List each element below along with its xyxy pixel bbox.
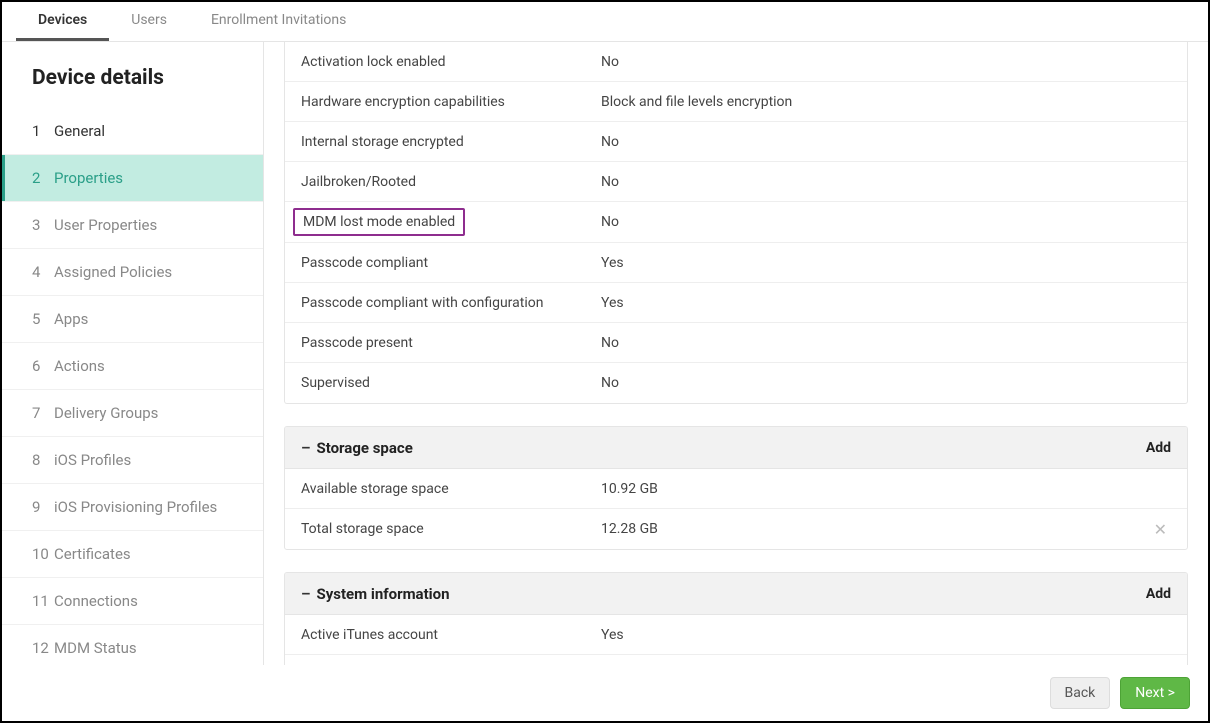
add-button[interactable]: Add <box>1146 586 1171 602</box>
table-row: Cloud backup enabled No <box>285 655 1187 665</box>
property-label: Internal storage encrypted <box>301 134 601 150</box>
table-row: Internal storage encrypted No <box>285 122 1187 162</box>
sidebar-item-number: 5 <box>32 310 54 328</box>
sidebar-item-label: iOS Profiles <box>54 451 131 469</box>
table-row: Supervised No <box>285 363 1187 403</box>
property-label: Active iTunes account <box>301 627 601 643</box>
sidebar-item-number: 12 <box>32 639 54 657</box>
property-label: Total storage space <box>301 521 601 537</box>
property-value: No <box>601 174 1171 190</box>
top-tabs: Devices Users Enrollment Invitations <box>2 2 1208 42</box>
section-header-sysinfo: – System information Add <box>285 573 1187 615</box>
property-label: Jailbroken/Rooted <box>301 174 601 190</box>
sidebar-title: Device details <box>2 42 263 108</box>
property-label: Supervised <box>301 375 601 391</box>
sidebar-item-label: Certificates <box>54 545 131 563</box>
sidebar-item-number: 1 <box>32 122 54 140</box>
add-button[interactable]: Add <box>1146 440 1171 456</box>
sidebar-item-number: 7 <box>32 404 54 422</box>
property-value: No <box>601 375 1171 391</box>
sidebar-item-label: MDM Status <box>54 639 137 657</box>
property-label: Hardware encryption capabilities <box>301 94 601 110</box>
sidebar-item-connections[interactable]: 11 Connections <box>2 578 263 625</box>
content-area: Activation lock enabled No Hardware encr… <box>264 42 1208 665</box>
property-label: MDM lost mode enabled <box>301 212 601 232</box>
sidebar-item-number: 10 <box>32 545 54 563</box>
table-row: MDM lost mode enabled No <box>285 202 1187 243</box>
sidebar-item-ios-provisioning-profiles[interactable]: 9 iOS Provisioning Profiles <box>2 484 263 531</box>
sidebar-item-number: 8 <box>32 451 54 469</box>
table-row: Activation lock enabled No <box>285 42 1187 82</box>
sidebar-item-ios-profiles[interactable]: 8 iOS Profiles <box>2 437 263 484</box>
sidebar-item-properties[interactable]: 2 Properties <box>2 155 263 202</box>
section-title: Storage space <box>316 439 412 457</box>
property-label: Passcode compliant with configuration <box>301 295 601 311</box>
table-row: Hardware encryption capabilities Block a… <box>285 82 1187 122</box>
section-title: System information <box>316 585 449 603</box>
property-value: No <box>601 335 1171 351</box>
collapse-icon[interactable]: – <box>301 439 310 457</box>
sidebar-item-label: General <box>54 122 105 140</box>
highlighted-label: MDM lost mode enabled <box>293 208 465 236</box>
sidebar-item-number: 11 <box>32 592 54 610</box>
property-value: Yes <box>601 295 1171 311</box>
sidebar-item-label: Properties <box>54 169 123 187</box>
property-value: No <box>601 134 1171 150</box>
property-value: 12.28 GB <box>601 521 1150 537</box>
sidebar: Device details 1 General 2 Properties 3 … <box>2 42 264 665</box>
sidebar-item-label: Connections <box>54 592 138 610</box>
table-row: Active iTunes account Yes <box>285 615 1187 655</box>
sidebar-item-number: 2 <box>32 169 54 187</box>
close-icon[interactable]: ✕ <box>1150 520 1171 539</box>
property-label: Activation lock enabled <box>301 54 601 70</box>
sidebar-item-general[interactable]: 1 General <box>2 108 263 155</box>
tab-devices[interactable]: Devices <box>16 2 109 41</box>
sidebar-item-label: Apps <box>54 310 88 328</box>
sidebar-item-certificates[interactable]: 10 Certificates <box>2 531 263 578</box>
table-row: Passcode present No <box>285 323 1187 363</box>
sidebar-item-apps[interactable]: 5 Apps <box>2 296 263 343</box>
sidebar-item-delivery-groups[interactable]: 7 Delivery Groups <box>2 390 263 437</box>
sidebar-item-label: Actions <box>54 357 105 375</box>
sidebar-item-label: User Properties <box>54 216 157 234</box>
table-row: Passcode compliant with configuration Ye… <box>285 283 1187 323</box>
sidebar-item-number: 3 <box>32 216 54 234</box>
table-row: Passcode compliant Yes <box>285 243 1187 283</box>
table-row: Jailbroken/Rooted No <box>285 162 1187 202</box>
table-row: Available storage space 10.92 GB <box>285 469 1187 509</box>
sidebar-item-label: Delivery Groups <box>54 404 158 422</box>
sidebar-item-label: iOS Provisioning Profiles <box>54 498 217 516</box>
tab-enrollment-invitations[interactable]: Enrollment Invitations <box>189 2 368 41</box>
sysinfo-table: – System information Add Active iTunes a… <box>284 572 1188 665</box>
security-table: Activation lock enabled No Hardware encr… <box>284 42 1188 404</box>
sidebar-item-user-properties[interactable]: 3 User Properties <box>2 202 263 249</box>
sidebar-item-number: 6 <box>32 357 54 375</box>
property-value: 10.92 GB <box>601 481 1171 497</box>
sidebar-item-number: 9 <box>32 498 54 516</box>
collapse-icon[interactable]: – <box>301 585 310 603</box>
section-header-storage: – Storage space Add <box>285 427 1187 469</box>
property-value: Yes <box>601 255 1171 271</box>
property-label: Passcode compliant <box>301 255 601 271</box>
table-row: Total storage space 12.28 GB ✕ <box>285 509 1187 549</box>
back-button[interactable]: Back <box>1050 677 1111 709</box>
property-label: Passcode present <box>301 335 601 351</box>
property-value: No <box>601 214 1171 230</box>
sidebar-item-mdm-status[interactable]: 12 MDM Status <box>2 625 263 665</box>
property-value: No <box>601 54 1171 70</box>
footer: Back Next > <box>2 665 1208 721</box>
property-value: Block and file levels encryption <box>601 94 1171 110</box>
sidebar-item-label: Assigned Policies <box>54 263 172 281</box>
property-label: Available storage space <box>301 481 601 497</box>
sidebar-item-assigned-policies[interactable]: 4 Assigned Policies <box>2 249 263 296</box>
sidebar-item-actions[interactable]: 6 Actions <box>2 343 263 390</box>
next-button[interactable]: Next > <box>1120 677 1190 709</box>
property-value: Yes <box>601 627 1171 643</box>
tab-users[interactable]: Users <box>109 2 189 41</box>
sidebar-item-number: 4 <box>32 263 54 281</box>
storage-table: – Storage space Add Available storage sp… <box>284 426 1188 550</box>
